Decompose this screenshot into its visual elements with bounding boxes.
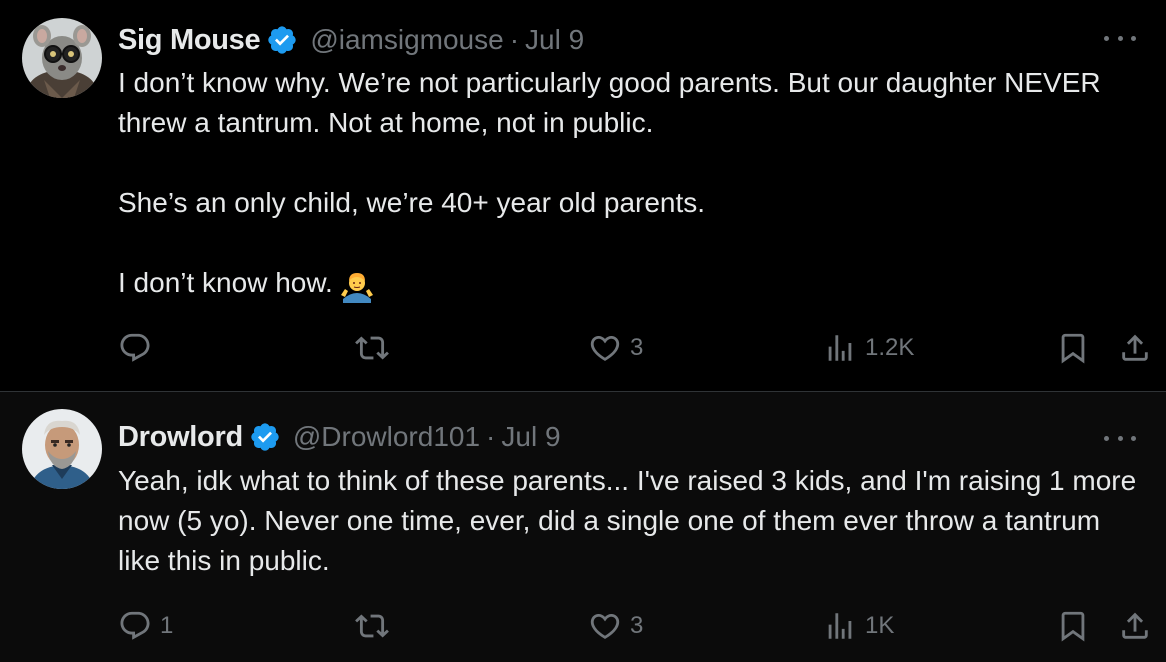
tweet-paragraph: Yeah, idk what to think of these parents…: [118, 465, 1137, 576]
verified-badge-icon[interactable]: [266, 24, 298, 56]
reply-count: 1: [160, 612, 174, 639]
display-name[interactable]: Sig Mouse: [118, 24, 261, 57]
reply-icon: [120, 333, 150, 362]
like-button[interactable]: 3: [588, 328, 643, 368]
display-name[interactable]: Drowlord: [118, 421, 243, 454]
tweet-paragraph: She’s an only child, we’re 40+ year old …: [118, 187, 706, 218]
bookmark-button[interactable]: [1056, 606, 1090, 646]
avatar-bearded-man-icon: [22, 409, 102, 489]
reply-button[interactable]: [118, 328, 160, 368]
share-icon: [1122, 612, 1148, 639]
tweet-sig-mouse[interactable]: Sig Mouse @iamsigmouse · Jul 9 I don’t k…: [0, 0, 1166, 391]
tweet-text: I don’t know why. We’re not particularly…: [118, 63, 1148, 303]
dot-icon: [1117, 35, 1123, 41]
dot-icon: [1104, 435, 1109, 441]
avatar-mouse-icon: [22, 18, 102, 98]
heart-icon: [590, 613, 620, 639]
reply-button[interactable]: 1: [118, 606, 173, 646]
tweet-drowlord[interactable]: Drowlord @Drowlord101 · Jul 9 Yeah, idk …: [0, 392, 1166, 662]
man-shrugging-icon: [340, 272, 373, 303]
dot-icon: [1131, 35, 1136, 41]
dot-icon: [1104, 35, 1109, 41]
repost-icon: [355, 336, 389, 360]
views-button[interactable]: 1K: [823, 606, 894, 646]
views-icon: [828, 613, 852, 639]
tweet-paragraph: I don’t know why. We’re not particularly…: [118, 67, 1101, 138]
share-button[interactable]: [1118, 606, 1152, 646]
reply-icon: [120, 611, 150, 640]
tweet-text: Yeah, idk what to think of these parents…: [118, 461, 1148, 581]
views-icon: [828, 335, 852, 361]
timestamp[interactable]: Jul 9: [501, 421, 560, 453]
tweet-header: Drowlord @Drowlord101 · Jul 9: [118, 417, 561, 457]
tweet-paragraph-text: I don’t know how.: [118, 267, 333, 298]
heart-icon: [590, 335, 620, 361]
share-icon: [1122, 334, 1148, 361]
like-button[interactable]: 3: [588, 606, 643, 646]
avatar[interactable]: [22, 409, 102, 489]
separator: ·: [486, 421, 496, 452]
bookmark-icon: [1061, 611, 1085, 642]
bookmark-icon: [1061, 333, 1085, 364]
dot-icon: [1117, 435, 1123, 441]
views-button[interactable]: 1.2K: [823, 328, 914, 368]
separator: ·: [509, 24, 520, 55]
more-options-button[interactable]: [1104, 32, 1136, 44]
action-bar: 1 3 1K: [0, 606, 1166, 646]
more-options-button[interactable]: [1104, 432, 1136, 444]
repost-icon: [355, 614, 389, 638]
dot-icon: [1131, 435, 1136, 441]
tweet-paragraph: I don’t know how.: [118, 263, 1148, 303]
timestamp[interactable]: Jul 9: [525, 24, 584, 56]
avatar[interactable]: [22, 18, 102, 98]
handle[interactable]: @Drowlord101: [293, 421, 480, 453]
handle[interactable]: @iamsigmouse: [310, 24, 503, 56]
like-count: 3: [630, 334, 644, 361]
share-button[interactable]: [1118, 328, 1152, 368]
bookmark-button[interactable]: [1056, 328, 1090, 368]
views-count: 1K: [865, 612, 895, 639]
verified-badge-icon[interactable]: [249, 421, 281, 453]
tweet-header: Sig Mouse @iamsigmouse · Jul 9: [118, 20, 584, 60]
action-bar: 3 1.2K: [0, 328, 1166, 368]
repost-button[interactable]: [355, 606, 397, 646]
views-count: 1.2K: [865, 334, 915, 361]
repost-button[interactable]: [355, 328, 397, 368]
like-count: 3: [630, 612, 644, 639]
